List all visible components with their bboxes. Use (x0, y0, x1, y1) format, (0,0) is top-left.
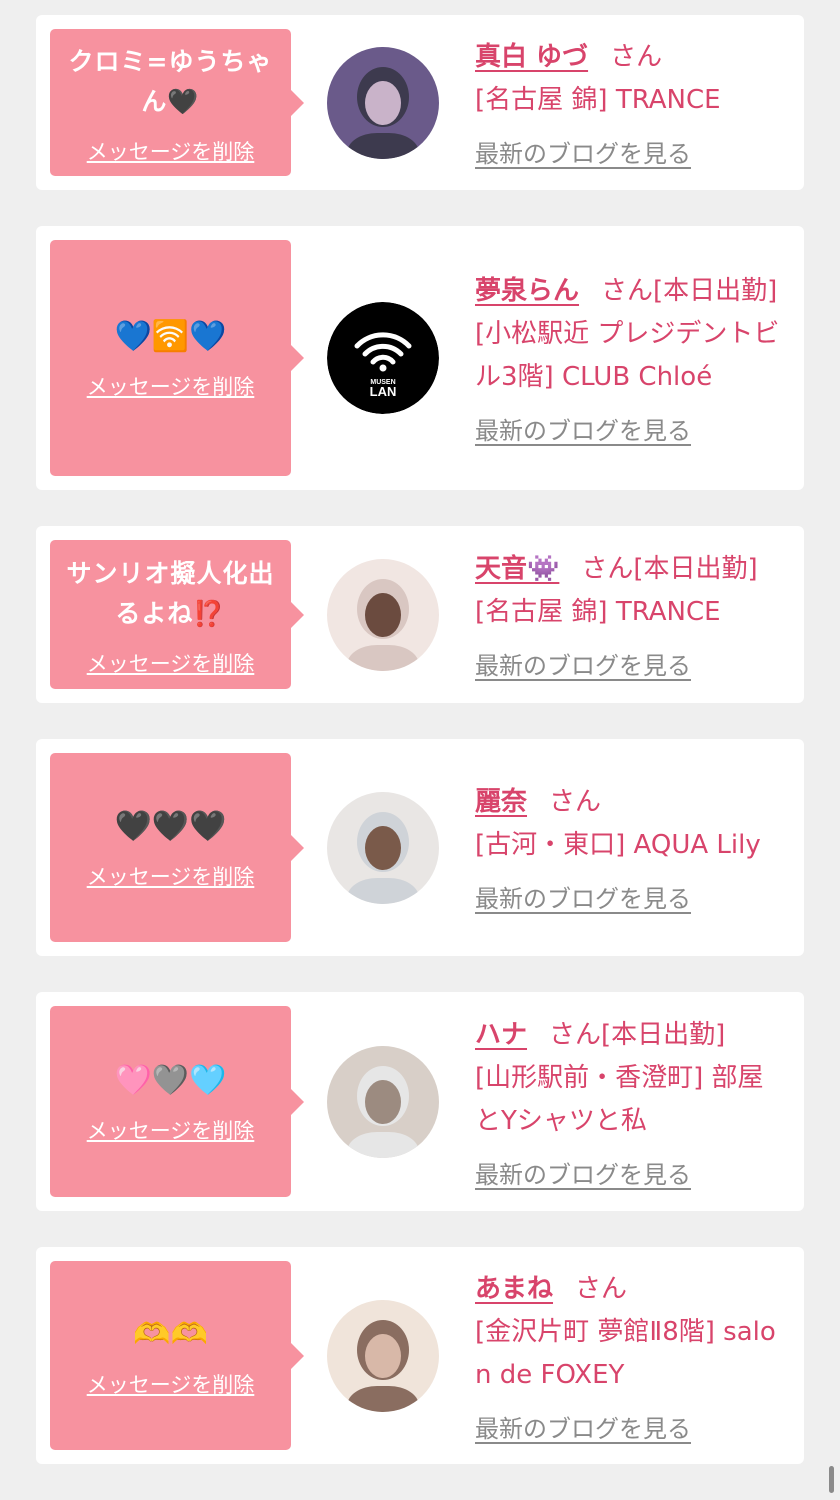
store-name: [名古屋 錦] TRANCE (475, 597, 721, 627)
latest-blog-link[interactable]: 最新のブログを見る (475, 1409, 691, 1444)
avatar-photo (327, 46, 439, 159)
message-card: サンリオ擬人化出るよね⁉️ メッセージを削除 天音👾 さん[本日出勤] [名古屋 … (36, 526, 804, 703)
honorific: さん (581, 554, 634, 584)
attendance-badge: [本日出勤] (653, 276, 778, 306)
message-bubble: 🫶🫶 メッセージを削除 (50, 1261, 304, 1450)
name-line: 天音👾 さん[本日出勤] (475, 548, 786, 591)
scrollbar[interactable] (829, 1466, 834, 1493)
message-bubble: 🩷🩶🩵 メッセージを削除 (50, 1006, 304, 1197)
cast-info: 麗奈 さん [古河・東口] AQUA Lily 最新のブログを見る (475, 781, 786, 914)
latest-blog-link[interactable]: 最新のブログを見る (475, 1155, 691, 1190)
message-list: クロミ=ゆうちゃん🖤 メッセージを削除 真白 ゆづ さん [名古屋 錦] TRAN… (36, 15, 804, 1500)
message-bubble: サンリオ擬人化出るよね⁉️ メッセージを削除 (50, 540, 304, 689)
cast-name-link[interactable]: 天音👾 (475, 554, 559, 584)
avatar[interactable] (327, 1299, 439, 1412)
name-line: 夢泉らん さん[本日出勤] (475, 270, 786, 313)
avatar[interactable] (327, 791, 439, 904)
message-card: 🖤🖤🖤 メッセージを削除 麗奈 さん [古河・東口] AQUA Lily 最新のブ… (36, 739, 804, 956)
message-card: 🫶🫶 メッセージを削除 あまね さん [金沢片町 夢館Ⅱ8階] salon de … (36, 1247, 804, 1464)
cast-info: ハナ さん[本日出勤] [山形駅前・香澄町] 部屋とYシャツと私 最新のブログを見… (475, 1014, 786, 1190)
avatar[interactable] (327, 558, 439, 671)
honorific: さん (610, 42, 663, 72)
message-text: 🩷🩶🩵 (114, 1062, 227, 1098)
store-name: [古河・東口] AQUA Lily (475, 830, 761, 860)
honorific: さん (575, 1273, 628, 1304)
cast-name-link[interactable]: ハナ (475, 1020, 527, 1050)
latest-blog-link[interactable]: 最新のブログを見る (475, 646, 691, 681)
cast-info: 真白 ゆづ さん [名古屋 錦] TRANCE 最新のブログを見る (475, 36, 786, 169)
name-line: あまね さん (475, 1268, 786, 1311)
name-line: ハナ さん[本日出勤] (475, 1014, 786, 1057)
message-bubble: 💙🛜💙 メッセージを削除 (50, 240, 304, 476)
cast-name-link[interactable]: 麗奈 (475, 787, 527, 817)
store-name: [小松駅近 プレジデントビル3階] CLUB Chloé (475, 319, 780, 392)
name-line: 麗奈 さん (475, 781, 786, 824)
delete-message-link[interactable]: メッセージを削除 (87, 136, 255, 166)
delete-message-link[interactable]: メッセージを削除 (87, 371, 255, 401)
delete-message-link[interactable]: メッセージを削除 (87, 1369, 255, 1399)
message-card: 💙🛜💙 メッセージを削除 MUSEN LAN 夢泉らん さん[本日出勤] [小松駅… (36, 226, 804, 490)
store-name: [山形駅前・香澄町] 部屋とYシャツと私 (475, 1062, 764, 1136)
message-text: クロミ=ゆうちゃん🖤 (68, 46, 273, 116)
latest-blog-link[interactable]: 最新のブログを見る (475, 411, 691, 446)
avatar[interactable]: MUSEN LAN (327, 302, 439, 414)
name-line: 真白 ゆづ さん (475, 36, 786, 79)
cast-info: 天音👾 さん[本日出勤] [名古屋 錦] TRANCE 最新のブログを見る (475, 548, 786, 681)
message-text: サンリオ擬人化出るよね⁉️ (66, 558, 275, 628)
message-text: 🖤🖤🖤 (114, 808, 227, 844)
message-card: クロミ=ゆうちゃん🖤 メッセージを削除 真白 ゆづ さん [名古屋 錦] TRAN… (36, 15, 804, 190)
cast-info: あまね さん [金沢片町 夢館Ⅱ8階] salon de FOXEY 最新のブログ… (475, 1268, 786, 1444)
delete-message-link[interactable]: メッセージを削除 (87, 861, 255, 891)
honorific: さん (549, 787, 602, 817)
latest-blog-link[interactable]: 最新のブログを見る (475, 134, 691, 169)
latest-blog-link[interactable]: 最新のブログを見る (475, 879, 691, 914)
avatar[interactable] (327, 46, 439, 159)
cast-name-link[interactable]: 真白 ゆづ (475, 42, 588, 72)
honorific: さん (549, 1019, 602, 1050)
delete-message-link[interactable]: メッセージを削除 (87, 1115, 255, 1145)
wifi-icon: MUSEN LAN (327, 302, 439, 414)
honorific: さん (601, 276, 654, 306)
message-card: 🩷🩶🩵 メッセージを削除 ハナ さん[本日出勤] [山形駅前・香澄町] 部屋とYシ… (36, 992, 804, 1211)
avatar-photo (327, 791, 439, 904)
message-bubble: クロミ=ゆうちゃん🖤 メッセージを削除 (50, 29, 304, 176)
store-name: [名古屋 錦] TRANCE (475, 85, 721, 115)
avatar-photo (327, 1045, 439, 1158)
message-bubble: 🖤🖤🖤 メッセージを削除 (50, 753, 304, 942)
avatar-photo (327, 1299, 439, 1412)
attendance-badge: [本日出勤] (601, 1019, 726, 1050)
avatar-photo (327, 558, 439, 671)
message-text: 🫶🫶 (133, 1316, 208, 1352)
cast-name-link[interactable]: あまね (475, 1274, 553, 1304)
store-name: [金沢片町 夢館Ⅱ8階] salon de FOXEY (475, 1316, 776, 1390)
avatar[interactable] (327, 1045, 439, 1158)
attendance-badge: [本日出勤] (633, 554, 758, 584)
cast-info: 夢泉らん さん[本日出勤] [小松駅近 プレジデントビル3階] CLUB Chlo… (475, 270, 786, 446)
cast-name-link[interactable]: 夢泉らん (475, 276, 579, 306)
delete-message-link[interactable]: メッセージを削除 (87, 648, 255, 678)
avatar-text-line2: LAN (370, 384, 397, 399)
message-text: 💙🛜💙 (114, 319, 227, 354)
